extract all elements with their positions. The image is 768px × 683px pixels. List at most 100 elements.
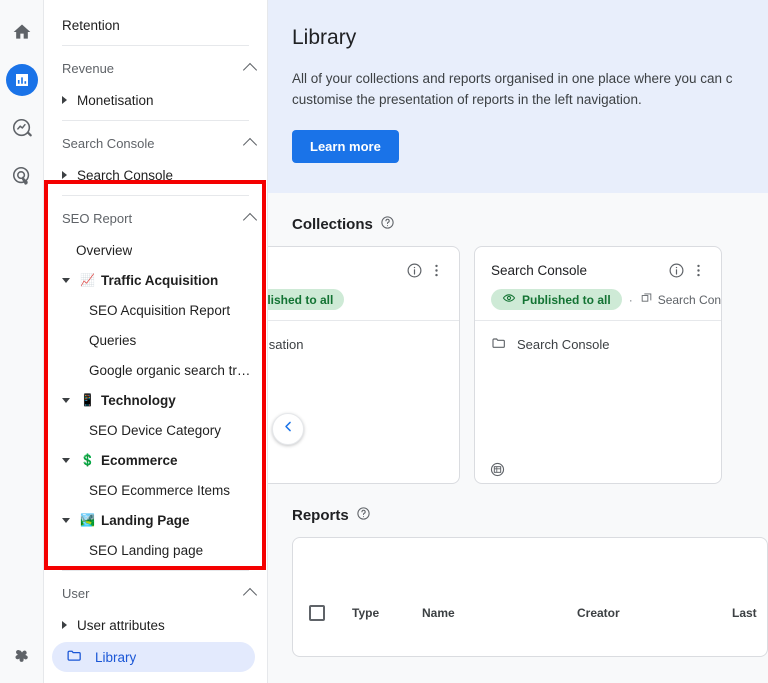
collection-card[interactable]: Search Console Publish	[474, 246, 722, 484]
rail-item-home[interactable]	[6, 16, 38, 48]
dollar-sign-icon: 💲	[80, 454, 95, 466]
more-vert-icon[interactable]	[687, 259, 709, 281]
caret-right-icon	[62, 621, 67, 629]
nav-item-monetisation[interactable]: Monetisation	[44, 85, 267, 115]
nav-item-label: Landing Page	[101, 513, 190, 528]
advertising-icon	[11, 165, 33, 187]
rail-item-configure[interactable]	[6, 641, 38, 673]
meta-separator: ·	[629, 293, 633, 307]
nav-section-user[interactable]: User	[44, 576, 267, 610]
collapse-left-button[interactable]	[272, 413, 304, 445]
chevron-up-icon	[243, 588, 257, 602]
nav-item-label: SEO Acquisition Report	[89, 303, 230, 318]
nav-item-ecommerce[interactable]: 💲 Ecommerce	[44, 445, 267, 475]
nav-item-traffic-acquisition[interactable]: 📈 Traffic Acquisition	[44, 265, 267, 295]
nav-divider	[62, 570, 249, 571]
card-meta: Published to all · Search Cons…	[491, 289, 709, 310]
banner-description-line1: All of your collections and reports orga…	[292, 71, 733, 86]
collections-card-list: e blished to all	[268, 246, 768, 484]
folder-icon	[66, 647, 95, 667]
card-source-label: Search Cons…	[658, 293, 722, 307]
caret-down-icon	[62, 458, 70, 463]
learn-more-button[interactable]: Learn more	[292, 130, 399, 163]
landing-page-icon: 🏞️	[80, 514, 95, 526]
nav-section-label: Search Console	[62, 136, 155, 151]
reports-title: Reports	[292, 507, 349, 524]
nav-divider	[62, 120, 249, 121]
library-banner: Library All of your collections and repo…	[268, 0, 768, 193]
card-title: Search Console	[491, 263, 665, 278]
nav-item-seo-device-category[interactable]: SEO Device Category	[44, 415, 267, 445]
folder-icon	[491, 335, 517, 354]
nav-divider	[62, 195, 249, 196]
nav-section-label: Revenue	[62, 61, 114, 76]
chevron-up-icon	[243, 63, 257, 77]
info-icon[interactable]	[403, 259, 425, 281]
nav-item-label: SEO Device Category	[89, 423, 221, 438]
nav-item-label: Ecommerce	[101, 453, 178, 468]
nav-item-label: Overview	[76, 243, 132, 258]
nav-item-queries[interactable]: Queries	[44, 325, 267, 355]
nav-item-technology[interactable]: 📱 Technology	[44, 385, 267, 415]
help-circle-icon[interactable]	[356, 506, 371, 525]
nav-item-seo-acquisition-report[interactable]: SEO Acquisition Report	[44, 295, 267, 325]
nav-section-revenue[interactable]: Revenue	[44, 51, 267, 85]
status-badge-label: Published to all	[522, 293, 611, 307]
nav-item-seo-ecommerce-items[interactable]: SEO Ecommerce Items	[44, 475, 267, 505]
rail-item-explore[interactable]	[6, 112, 38, 144]
configure-icon	[12, 647, 32, 667]
nav-section-label: SEO Report	[62, 211, 132, 226]
table-header-row: Type Name Creator Last	[293, 596, 767, 630]
banner-description: All of your collections and reports orga…	[292, 68, 768, 110]
eye-icon	[502, 291, 522, 308]
explore-icon	[11, 117, 33, 139]
card-list-item-label: etisation	[268, 337, 303, 352]
more-vert-icon[interactable]	[425, 259, 447, 281]
column-header-name[interactable]: Name	[422, 606, 577, 620]
column-header-last-modified[interactable]: Last	[732, 606, 768, 620]
nav-item-library[interactable]: Library	[52, 642, 255, 672]
data-source-icon	[640, 292, 658, 308]
nav-content: Retention Revenue Monetisation Search Co…	[44, 10, 267, 683]
nav-section-seo-report[interactable]: SEO Report	[44, 201, 267, 235]
nav-item-label: SEO Ecommerce Items	[89, 483, 230, 498]
card-list-item[interactable]: Search Console	[491, 335, 705, 354]
card-header-top: Search Console	[491, 259, 709, 281]
nav-item-landing-page[interactable]: 🏞️ Landing Page	[44, 505, 267, 535]
column-header-type[interactable]: Type	[352, 606, 422, 620]
nav-item-label: Traffic Acquisition	[101, 273, 218, 288]
collection-card[interactable]: e blished to all	[268, 246, 460, 484]
rail-item-advertising[interactable]	[6, 160, 38, 192]
nav-section-search-console[interactable]: Search Console	[44, 126, 267, 160]
reports-table-panel: Type Name Creator Last	[292, 537, 768, 657]
rail-item-reports[interactable]	[6, 64, 38, 96]
collections-heading: Collections	[268, 193, 768, 246]
nav-item-search-console[interactable]: Search Console	[44, 160, 267, 190]
nav-item-overview[interactable]: Overview	[44, 235, 267, 265]
chevron-left-icon	[281, 419, 296, 439]
help-circle-icon[interactable]	[380, 215, 395, 234]
card-source: Search Cons…	[640, 292, 722, 308]
column-header-creator[interactable]: Creator	[577, 606, 732, 620]
nav-item-retention[interactable]: Retention	[44, 10, 267, 40]
nav-item-seo-landing-page[interactable]: SEO Landing page	[44, 535, 267, 565]
app-root: Retention Revenue Monetisation Search Co…	[0, 0, 768, 683]
nav-item-label: SEO Landing page	[89, 543, 203, 558]
nav-item-label: Google organic search traf…	[89, 363, 255, 378]
left-navigation-panel[interactable]: Retention Revenue Monetisation Search Co…	[44, 0, 268, 683]
select-all-checkbox[interactable]	[309, 605, 325, 621]
reports-heading: Reports	[268, 484, 768, 537]
card-list-item[interactable]: etisation	[268, 335, 443, 354]
card-meta: blished to all	[268, 289, 447, 310]
card-title: e	[268, 263, 403, 278]
nav-item-label: Technology	[101, 393, 176, 408]
info-icon[interactable]	[665, 259, 687, 281]
nav-item-user-attributes[interactable]: User attributes	[44, 610, 267, 640]
collections-title: Collections	[292, 216, 373, 233]
nav-divider	[62, 45, 249, 46]
status-badge: blished to all	[268, 289, 344, 310]
mobile-phone-icon: 📱	[80, 394, 95, 406]
nav-item-google-organic-search-traffic[interactable]: Google organic search traf…	[44, 355, 267, 385]
main-content: Library All of your collections and repo…	[268, 0, 768, 683]
status-badge-label: blished to all	[268, 293, 333, 307]
